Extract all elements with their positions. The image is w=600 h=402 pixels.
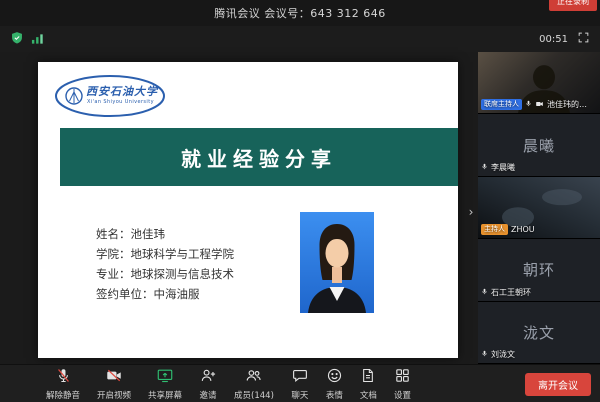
participant-tile[interactable]: 泷文 刘泷文 [478, 302, 600, 363]
info-line-college: 学院：地球科学与工程学院 [96, 244, 234, 264]
participants-sidebar: 联席主持人 池佳玮的… 晨曦 李晨曦 主持人 ZHOU 朝 [478, 52, 600, 364]
recording-button[interactable]: 正在录制 [549, 0, 597, 11]
members-icon [244, 367, 263, 388]
unmute-button[interactable]: 解除静音 [46, 367, 80, 401]
settings-label: 设置 [394, 389, 411, 401]
university-name: 西安石油大学 [86, 83, 158, 99]
participant-overlay: 李晨曦 [481, 162, 597, 173]
start-video-button[interactable]: 开启视频 [97, 367, 131, 401]
mic-icon [525, 99, 532, 110]
mic-icon [481, 349, 488, 360]
university-name-en: Xi'an Shiyou University [87, 99, 154, 105]
members-button[interactable]: 成员(144) [234, 367, 274, 401]
info-line-name: 姓名：池佳玮 [96, 224, 234, 244]
camera-off-icon [105, 367, 123, 388]
portrait-photo [300, 212, 374, 313]
participant-overlay: 主持人 ZHOU [481, 224, 597, 235]
info-line-major: 专业：地球探测与信息技术 [96, 264, 234, 284]
meeting-toolbar: 解除静音 开启视频 共享屏幕 邀请 成员(144) 聊天 表情 [0, 364, 600, 402]
participant-tile-cohost[interactable]: 联席主持人 池佳玮的… [478, 52, 600, 113]
info-line-employer: 签约单位：中海油服 [96, 284, 234, 304]
security-shield-icon[interactable] [10, 30, 24, 49]
network-signal-icon [31, 30, 44, 49]
meeting-title: 腾讯会议 会议号：643 312 646 [214, 5, 385, 21]
participant-overlay: 刘泷文 [481, 349, 597, 360]
members-label: 成员(144) [234, 389, 274, 401]
chat-label: 聊天 [291, 389, 308, 401]
emoji-icon [326, 367, 343, 388]
host-badge: 主持人 [481, 224, 508, 235]
participant-name: 石工王朝环 [491, 287, 531, 298]
emoji-label: 表情 [326, 389, 343, 401]
presentation-slide: 西安石油大学 Xi'an Shiyou University 就业经验分享 姓名… [38, 62, 458, 358]
emoji-button[interactable]: 表情 [326, 367, 343, 401]
share-screen-button[interactable]: 共享屏幕 [148, 367, 182, 401]
meeting-window: 腾讯会议 会议号：643 312 646 正在录制 00:51 [0, 0, 600, 402]
share-screen-icon [156, 367, 174, 388]
participant-name: 刘泷文 [491, 349, 515, 360]
invite-icon [199, 367, 217, 388]
leave-meeting-button[interactable]: 离开会议 [525, 373, 591, 396]
invite-label: 邀请 [200, 389, 217, 401]
meeting-timer: 00:51 [539, 34, 568, 45]
apps-grid-icon [394, 367, 411, 388]
mic-icon [481, 287, 488, 298]
fullscreen-icon[interactable] [577, 31, 590, 47]
status-right: 00:51 [539, 31, 590, 47]
mic-muted-icon [55, 367, 72, 388]
shared-screen: 西安石油大学 Xi'an Shiyou University 就业经验分享 姓名… [0, 52, 478, 364]
chat-icon [291, 367, 309, 388]
status-left [10, 30, 44, 49]
slide-title-banner: 就业经验分享 [60, 128, 458, 186]
document-label: 文档 [360, 389, 377, 401]
person-info: 姓名：池佳玮 学院：地球科学与工程学院 专业：地球探测与信息技术 签约单位：中海… [96, 224, 234, 304]
invite-button[interactable]: 邀请 [199, 367, 217, 401]
start-video-label: 开启视频 [97, 389, 131, 401]
participant-name: ZHOU [511, 225, 535, 234]
participant-overlay: 石工王朝环 [481, 287, 597, 298]
camera-icon [535, 100, 544, 110]
sidebar-collapse-arrow[interactable]: › [465, 198, 477, 226]
mic-icon [481, 162, 488, 173]
document-button[interactable]: 文档 [360, 367, 377, 401]
participant-name: 池佳玮的… [547, 99, 587, 110]
participant-name: 李晨曦 [491, 162, 515, 173]
participant-tile[interactable]: 朝环 石工王朝环 [478, 239, 600, 300]
titlebar: 腾讯会议 会议号：643 312 646 正在录制 [0, 0, 600, 26]
slide-title: 就业经验分享 [181, 143, 337, 172]
settings-button[interactable]: 设置 [394, 367, 411, 401]
participant-overlay: 联席主持人 池佳玮的… [481, 99, 597, 110]
participant-tile[interactable]: 晨曦 李晨曦 [478, 114, 600, 175]
unmute-label: 解除静音 [46, 389, 80, 401]
statusbar: 00:51 [0, 26, 600, 52]
share-screen-label: 共享屏幕 [148, 389, 182, 401]
participant-tile-host[interactable]: 主持人 ZHOU [478, 177, 600, 238]
cohost-badge: 联席主持人 [481, 99, 522, 110]
university-logo: 西安石油大学 Xi'an Shiyou University [54, 74, 166, 118]
chat-button[interactable]: 聊天 [291, 367, 309, 401]
document-icon [360, 367, 376, 388]
